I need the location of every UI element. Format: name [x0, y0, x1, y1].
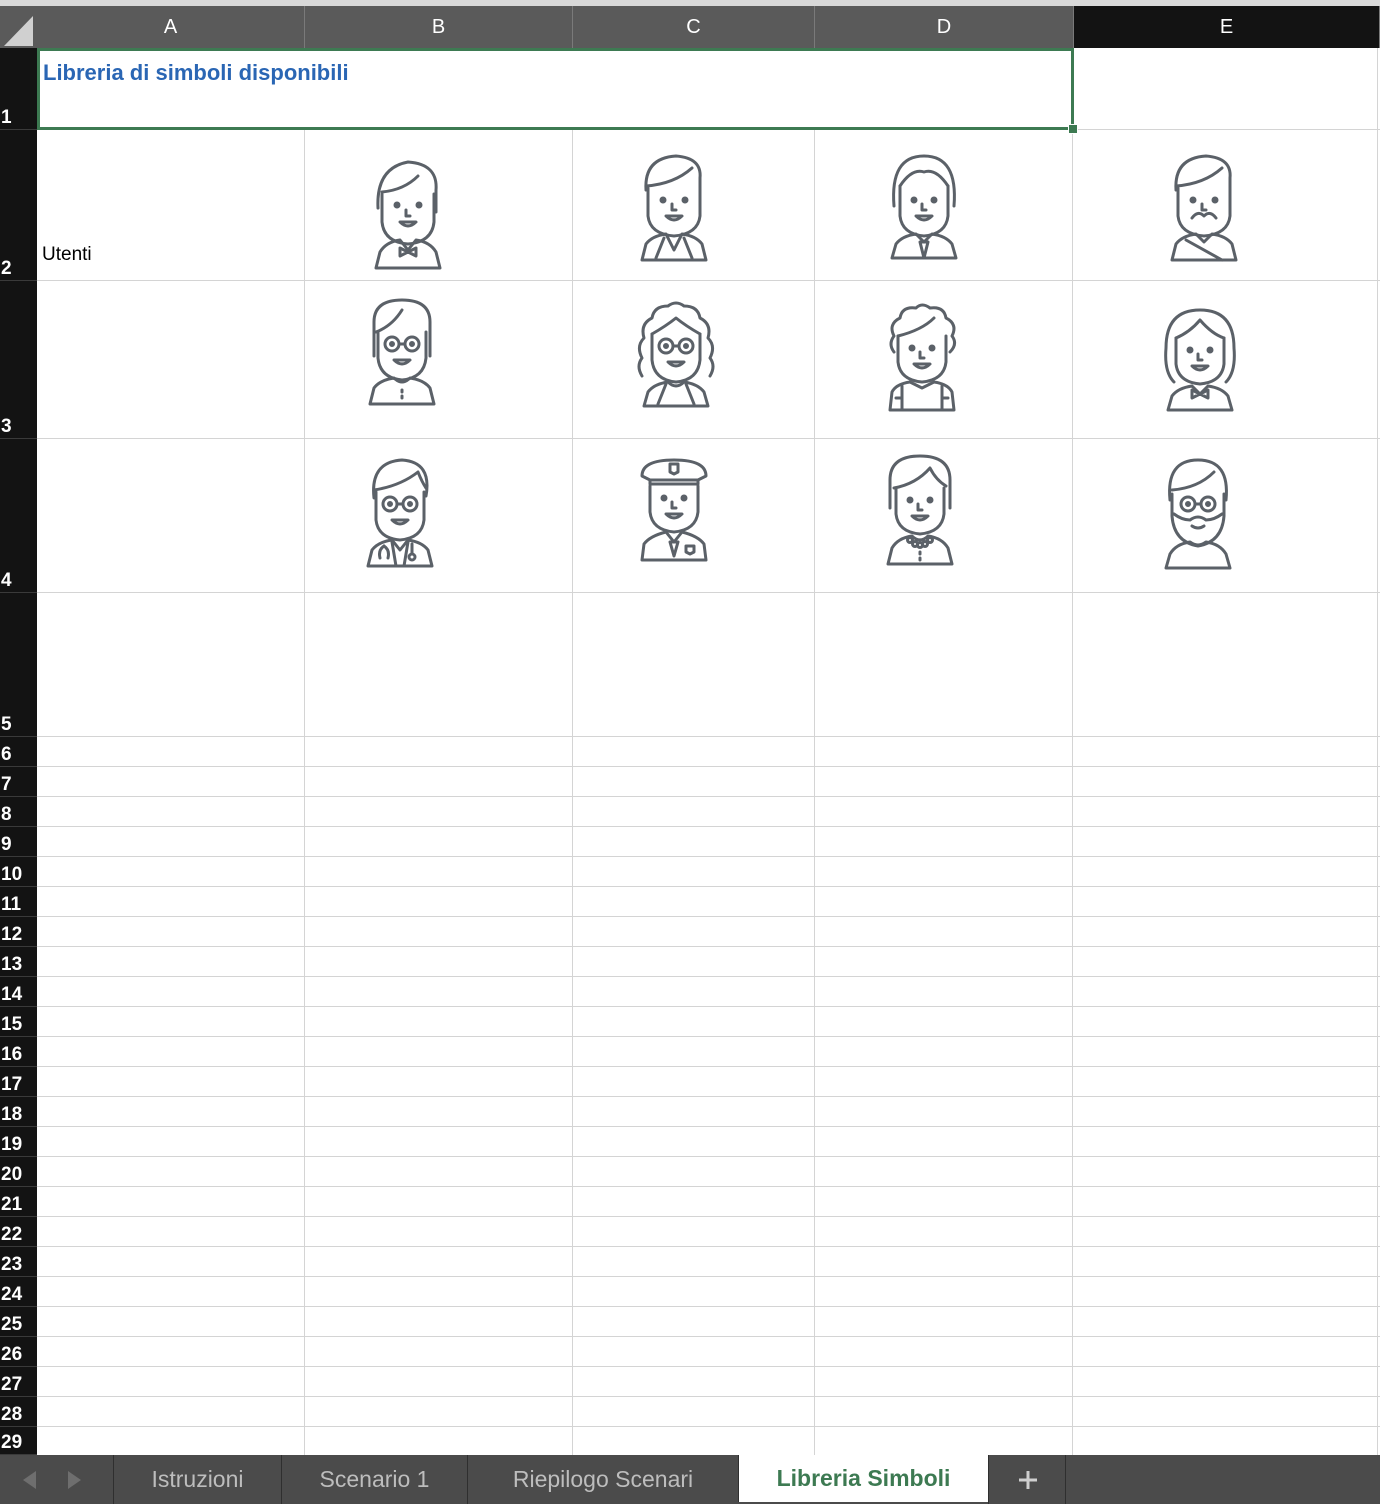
row-header-13[interactable]: 13: [0, 947, 37, 977]
row-header-27[interactable]: 27: [0, 1367, 37, 1397]
boy-backpack-avatar-icon[interactable]: [882, 296, 962, 416]
row-header-8[interactable]: 8: [0, 797, 37, 827]
row-header-16[interactable]: 16: [0, 1037, 37, 1067]
row-header-28[interactable]: 28: [0, 1397, 37, 1427]
row-header-29[interactable]: 29: [0, 1427, 37, 1455]
row-header-25[interactable]: 25: [0, 1307, 37, 1337]
man-beard-glasses-avatar-icon[interactable]: [1158, 450, 1238, 570]
row-header-21[interactable]: 21: [0, 1187, 37, 1217]
woman-bowtie-avatar-icon[interactable]: [1160, 298, 1240, 418]
row-header-14[interactable]: 14: [0, 977, 37, 1007]
row-header-26[interactable]: 26: [0, 1337, 37, 1367]
man-mustache-avatar-icon[interactable]: [1164, 146, 1244, 266]
spreadsheet-grid: A B C D E 1 2 3 4 5 6 7 8 9 10 11 12 13 …: [0, 0, 1380, 1455]
police-officer-avatar-icon[interactable]: [634, 446, 714, 566]
row-header-7[interactable]: 7: [0, 767, 37, 797]
row-header-20[interactable]: 20: [0, 1157, 37, 1187]
column-header-d[interactable]: D: [815, 6, 1074, 48]
column-header-b[interactable]: B: [305, 6, 573, 48]
row-header-18[interactable]: 18: [0, 1097, 37, 1127]
man-jacket-avatar-icon[interactable]: [634, 146, 714, 266]
woman-necklace-avatar-icon[interactable]: [880, 446, 960, 566]
sheet-title: Libreria di simboli disponibili: [43, 60, 349, 85]
row-header-3[interactable]: 3: [0, 281, 37, 439]
tab-istruzioni[interactable]: Istruzioni: [113, 1455, 281, 1504]
triangle-right-icon: [68, 1471, 81, 1489]
row-header-2[interactable]: 2: [0, 130, 37, 281]
row-header-19[interactable]: 19: [0, 1127, 37, 1157]
add-sheet-button[interactable]: [988, 1455, 1066, 1504]
row-header-23[interactable]: 23: [0, 1247, 37, 1277]
next-sheet-button[interactable]: [52, 1455, 92, 1504]
triangle-left-icon: [23, 1471, 36, 1489]
column-header-e[interactable]: E: [1074, 6, 1380, 48]
woman-curly-glasses-avatar-icon[interactable]: [636, 296, 716, 416]
row-header-1[interactable]: 1: [0, 48, 37, 130]
fill-handle[interactable]: [1068, 124, 1078, 134]
column-header-a[interactable]: A: [37, 6, 305, 48]
woman-glasses-avatar-icon[interactable]: [362, 292, 442, 412]
row-header-12[interactable]: 12: [0, 917, 37, 947]
cell-a1-title[interactable]: Libreria di simboli disponibili: [37, 48, 1074, 130]
tab-riepilogo-scenari[interactable]: Riepilogo Scenari: [467, 1455, 738, 1504]
previous-sheet-button[interactable]: [8, 1455, 48, 1504]
column-header-c[interactable]: C: [573, 6, 815, 48]
sheet-tab-bar: Istruzioni Scenario 1 Riepilogo Scenari …: [0, 1455, 1380, 1504]
row-header-4[interactable]: 4: [0, 439, 37, 593]
row-header-5[interactable]: 5: [0, 593, 37, 737]
doctor-avatar-icon[interactable]: [360, 450, 440, 570]
row-header-24[interactable]: 24: [0, 1277, 37, 1307]
row-header-11[interactable]: 11: [0, 887, 37, 917]
row-header-6[interactable]: 6: [0, 737, 37, 767]
row-header-15[interactable]: 15: [0, 1007, 37, 1037]
man-bowtie-avatar-icon[interactable]: [368, 150, 448, 270]
tab-scenario-1[interactable]: Scenario 1: [281, 1455, 467, 1504]
row-header-22[interactable]: 22: [0, 1217, 37, 1247]
row-header-17[interactable]: 17: [0, 1067, 37, 1097]
select-all-button[interactable]: [0, 6, 37, 48]
row-header-10[interactable]: 10: [0, 857, 37, 887]
cell-a2-utenti[interactable]: Utenti: [42, 244, 92, 266]
tab-libreria-simboli[interactable]: Libreria Simboli: [738, 1455, 988, 1502]
plus-icon: [1019, 1471, 1037, 1489]
man-tie-avatar-icon[interactable]: [884, 146, 964, 266]
row-header-9[interactable]: 9: [0, 827, 37, 857]
